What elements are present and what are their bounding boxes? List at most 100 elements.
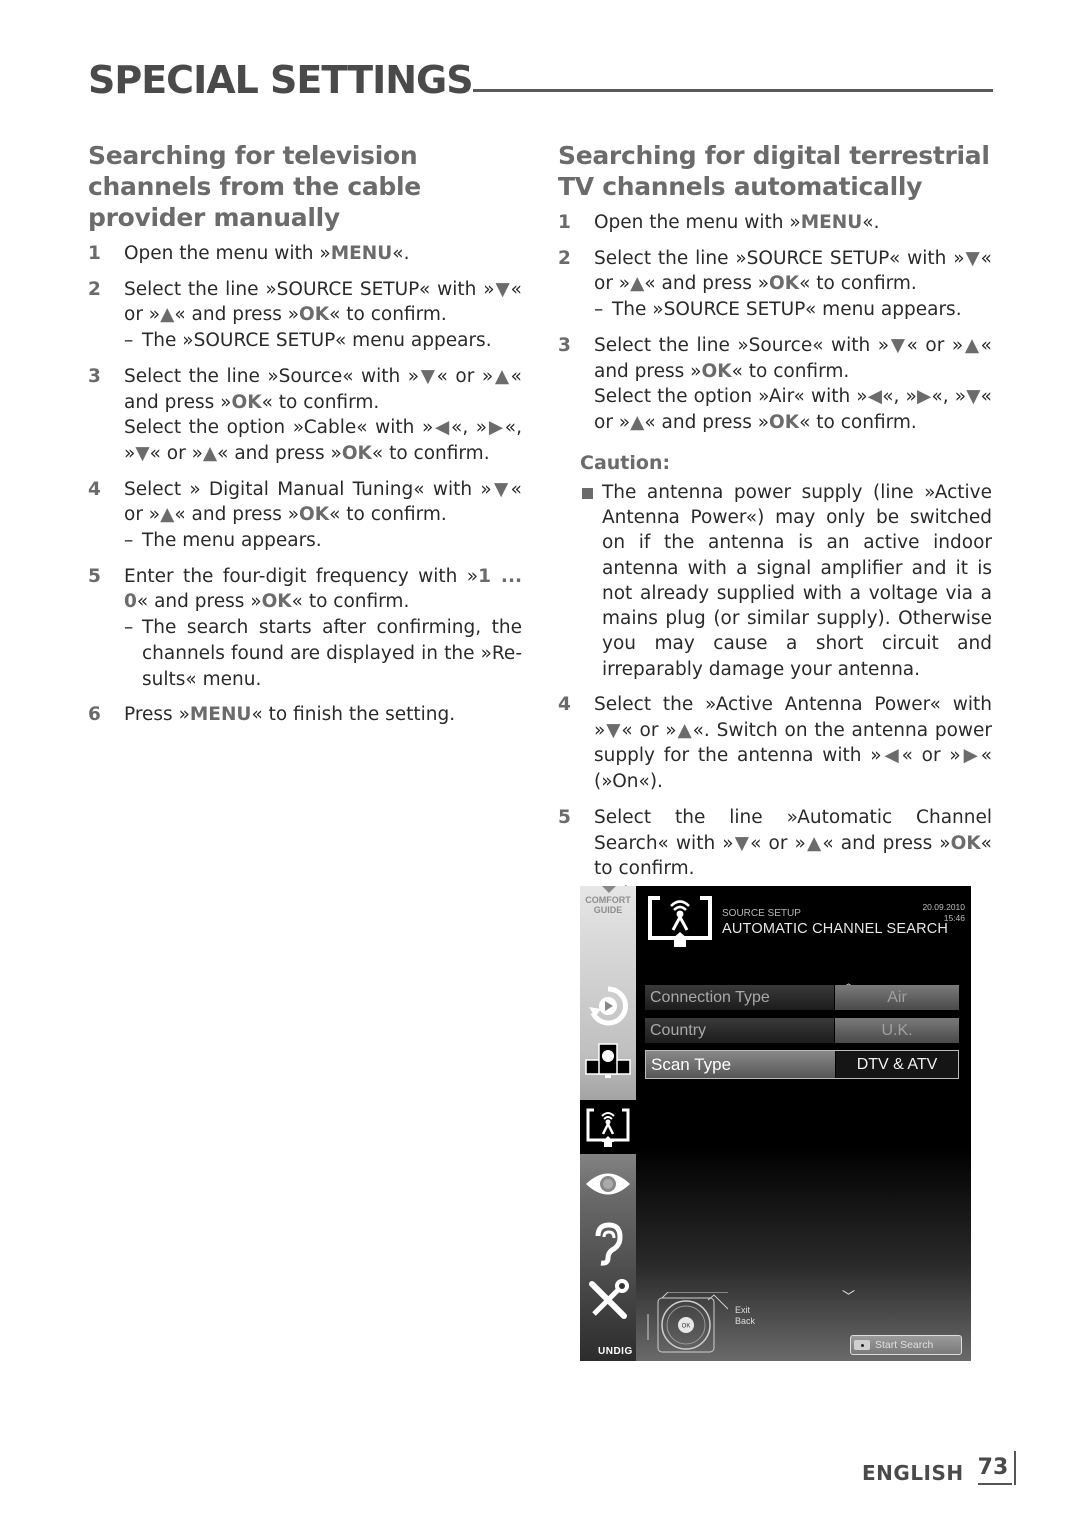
step-3: 3 Select the line »Source« with »▼« or »▲… — [88, 364, 522, 467]
step-result-text: The search starts after confirming, the … — [142, 617, 522, 690]
dash: – — [124, 617, 134, 639]
step-result: – The »SOURCE SETUP« menu appears. — [594, 297, 992, 323]
step-text: Select the option »Air« with »◀«, »▶«, »… — [594, 386, 992, 433]
source-setup-icon[interactable] — [580, 1100, 636, 1154]
ok-label: OK — [682, 1324, 691, 1330]
step-text: Open the menu with »MENU«. — [124, 243, 410, 264]
row-value: U.K. — [835, 1018, 959, 1043]
caution-title: Caution: — [580, 451, 671, 474]
left-heading: Searching for television channels from t… — [88, 141, 421, 232]
comfort-guide-arrow-icon — [602, 886, 616, 893]
page-title: SPECIAL SETTINGS — [88, 56, 993, 100]
right-steps-a: 1 Open the menu with »MENU«. 2 Select the l… — [558, 210, 992, 436]
row-value: DTV & ATV — [836, 1051, 958, 1078]
bullet-square-icon — [580, 480, 602, 682]
step-text: Select » Digital Manual Tuning« with »▼«… — [124, 478, 522, 526]
title-rule — [472, 89, 993, 92]
datetime: 20.09.2010 15:46 — [922, 902, 965, 924]
dash: – — [124, 330, 134, 352]
step-result: –The menu appears. — [124, 528, 522, 554]
left-section: Searching for television channels from t… — [88, 140, 522, 728]
media-icon[interactable] — [584, 1036, 632, 1084]
page-number: 73 — [977, 1451, 1016, 1485]
caution-text: The antenna power supply (line »Active A… — [602, 481, 992, 680]
right-steps-b: 4 Select the »Active Antenna Power« with … — [558, 692, 992, 908]
tv-menu-screenshot: COMFORT GUIDE UNDIG SOURCE SETUP AUTOMAT… — [580, 886, 971, 1361]
page-footer: ENGLISH 73 — [862, 1451, 1016, 1485]
right-section: Searching for digital terrestrial TV cha… — [558, 140, 992, 908]
step-5: 5 Enter the four-digit frequency with »1 … — [88, 564, 522, 693]
remote-navigation-icon: OK — [647, 1292, 728, 1353]
menu-row-country[interactable]: Country U.K. — [645, 1018, 959, 1043]
step-2: 2 Select the line »SOURCE SETUP« with »▼«… — [88, 277, 522, 354]
row-label: Country — [645, 1018, 834, 1043]
step-number: 3 — [558, 334, 571, 356]
step-body: Open the menu with »MENU«. — [594, 210, 992, 236]
step-body: Select the line »Source« with »▼« or »▲«… — [124, 364, 522, 467]
step-body: Enter the four-digit frequency with »1 .… — [124, 564, 522, 693]
source-icon[interactable] — [584, 982, 632, 1030]
step-4: 4 Select » Digital Manual Tuning« with »▼… — [88, 477, 522, 554]
scroll-down-icon[interactable]: ﹀ — [842, 1286, 855, 1305]
step-6: 6 Press »MENU« to finish the setting. — [88, 702, 522, 728]
caution-item: The antenna power supply (line »Active A… — [580, 480, 992, 682]
step-2: 2 Select the line »SOURCE SETUP« with »▼«… — [558, 246, 992, 323]
dash: – — [594, 299, 604, 321]
tv-sidebar: COMFORT GUIDE UNDIG — [580, 886, 636, 1361]
row-label: Connection Type — [645, 985, 834, 1010]
step-1: 1 Open the menu with »MENU«. — [558, 210, 992, 236]
step-1: 1 Open the menu with »MENU«. — [88, 241, 522, 267]
step-text: Select the line »Automatic Channel Searc… — [594, 806, 992, 880]
step-text: Select the »Active Antenna Power« with »… — [594, 694, 993, 793]
row-label: Scan Type — [646, 1051, 835, 1078]
date: 20.09.2010 — [922, 902, 965, 912]
step-body: Select the line »SOURCE SETUP« with »▼« … — [594, 246, 992, 323]
step-body: Press »MENU« to finish the setting. — [124, 702, 522, 728]
time: 15:46 — [943, 913, 965, 923]
step-body: Select the line »SOURCE SETUP« with »▼« … — [124, 277, 522, 354]
step-number: 2 — [88, 278, 101, 300]
step-text: Select the line »SOURCE SETUP« with »▼« … — [124, 278, 522, 326]
row-value: Air — [835, 985, 959, 1010]
step-body: Select the »Active Antenna Power« with »… — [594, 692, 992, 795]
step-text: Select the line »SOURCE SETUP« with »▼« … — [594, 247, 992, 295]
step-text: Open the menu with »MENU«. — [594, 212, 880, 233]
dash: – — [124, 530, 134, 552]
footer-language: ENGLISH — [862, 1461, 964, 1485]
right-heading: Searching for digital terrestrial TV cha… — [558, 141, 990, 201]
step-result-text: The menu appears. — [142, 530, 322, 552]
step-body: Open the menu with »MENU«. — [124, 241, 522, 267]
step-text: Enter the four-digit frequency with »1 .… — [124, 565, 522, 613]
left-steps: 1 Open the menu with »MENU«. 2 Select the l… — [88, 241, 522, 728]
step-text: Select the option »Cable« with »◀«, »▶«,… — [124, 417, 522, 464]
step-body: Select » Digital Manual Tuning« with »▼«… — [124, 477, 522, 554]
sound-icon[interactable] — [584, 1220, 632, 1268]
step-number: 4 — [558, 694, 571, 715]
comfort-guide-label: COMFORT GUIDE — [585, 895, 631, 915]
menu-row-scan-type[interactable]: Scan Type DTV & ATV — [645, 1050, 959, 1079]
step-3: 3 Select the line »Source« with »▼« or »▲… — [558, 333, 992, 436]
step-number: 6 — [88, 704, 101, 726]
start-search-label: Start Search — [875, 1339, 934, 1351]
page-title-text: SPECIAL SETTINGS — [88, 58, 474, 102]
step-text: Select the line »Source« with »▼« or »▲«… — [124, 365, 522, 413]
menu-row-connection-type[interactable]: Connection Type Air — [645, 985, 959, 1010]
brand-logo: UNDIG — [598, 1346, 633, 1357]
step-number: 1 — [88, 243, 101, 264]
settings-icon[interactable] — [584, 1276, 632, 1324]
step-result-text: The »SOURCE SETUP« menu appears. — [142, 330, 492, 352]
picture-icon[interactable] — [584, 1160, 632, 1208]
step-text: Select the line »Source« with »▼« or »▲«… — [594, 334, 992, 382]
start-search-button[interactable]: Start Search — [850, 1335, 962, 1355]
caution-box: Caution: The antenna power supply (line … — [580, 450, 992, 682]
step-number: 3 — [88, 365, 101, 387]
step-number: 5 — [88, 565, 101, 587]
menu-section-label: SOURCE SETUP — [722, 908, 801, 919]
back-label: Back — [735, 1316, 756, 1326]
step-result-text: The »SOURCE SETUP« menu appears. — [612, 299, 962, 321]
exit-label: Exit — [735, 1305, 751, 1315]
source-setup-header-icon — [648, 896, 712, 947]
step-result: – The search starts after confirming, the… — [124, 615, 522, 692]
step-4: 4 Select the »Active Antenna Power« with … — [558, 692, 992, 795]
menu-title: AUTOMATIC CHANNEL SEARCH — [722, 921, 949, 937]
